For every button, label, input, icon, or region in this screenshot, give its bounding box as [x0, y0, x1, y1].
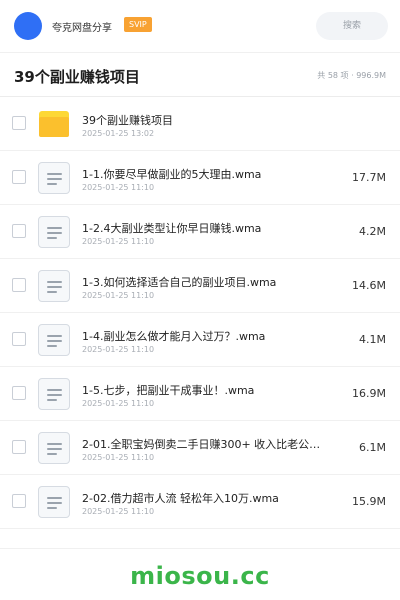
user-name[interactable]: 夸克网盘分享: [52, 19, 112, 34]
file-list: 39个副业赚钱项目 2025-01-25 13:02 1-1.你要尽早做副业的5…: [0, 97, 400, 529]
item-date: 2025-01-25 11:10: [82, 453, 155, 462]
folder-icon: [38, 108, 70, 140]
item-size: 14.6M: [352, 279, 386, 292]
list-item-file[interactable]: 1-3.如何选择适合自己的副业项目.wma 2025-01-25 11:10 1…: [0, 259, 400, 313]
select-checkbox[interactable]: [12, 494, 26, 508]
item-date: 2025-01-25 11:10: [82, 237, 155, 246]
folder-title-bar: 39个副业赚钱项目 共 58 项 · 996.9M: [0, 53, 400, 97]
document-icon: [38, 486, 70, 518]
item-size: 15.9M: [352, 495, 386, 508]
list-item-file[interactable]: 1-4.副业怎么做才能月入过万？.wma 2025-01-25 11:10 4.…: [0, 313, 400, 367]
item-name: 1-1.你要尽早做副业的5大理由.wma: [82, 168, 262, 181]
folder-summary: 共 58 项 · 996.9M: [317, 71, 386, 80]
item-date: 2025-01-25 11:10: [82, 291, 155, 300]
document-icon: [38, 270, 70, 302]
list-item-file[interactable]: 1-2.4大副业类型让你早日赚钱.wma 2025-01-25 11:10 4.…: [0, 205, 400, 259]
item-size: 16.9M: [352, 387, 386, 400]
footer-divider: [0, 548, 400, 549]
select-checkbox[interactable]: [12, 116, 26, 130]
list-item-file[interactable]: 2-02.借力超市人流 轻松年入10万.wma 2025-01-25 11:10…: [0, 475, 400, 529]
item-size: 4.2M: [359, 225, 386, 238]
item-name: 1-4.副业怎么做才能月入过万？.wma: [82, 330, 266, 343]
list-item-file[interactable]: 1-1.你要尽早做副业的5大理由.wma 2025-01-25 11:10 17…: [0, 151, 400, 205]
select-checkbox[interactable]: [12, 386, 26, 400]
header-bar: 夸克网盘分享 SVIP 搜索: [0, 0, 400, 52]
avatar[interactable]: [14, 12, 42, 40]
search-button[interactable]: 搜索: [316, 12, 388, 40]
item-date: 2025-01-25 11:10: [82, 399, 155, 408]
page-title: 39个副业赚钱项目: [14, 68, 140, 86]
select-checkbox[interactable]: [12, 224, 26, 238]
list-item-file[interactable]: 2-01.全职宝妈倒卖二手日赚300+ 收入比老公… 2025-01-25 11…: [0, 421, 400, 475]
item-name: 1-5.七步，把副业干成事业！.wma: [82, 384, 255, 397]
select-checkbox[interactable]: [12, 170, 26, 184]
item-name: 39个副业赚钱项目: [82, 114, 173, 127]
svip-badge: SVIP: [124, 17, 152, 32]
item-date: 2025-01-25 11:10: [82, 183, 155, 192]
document-icon: [38, 216, 70, 248]
item-name: 1-2.4大副业类型让你早日赚钱.wma: [82, 222, 262, 235]
item-size: 17.7M: [352, 171, 386, 184]
watermark-text: miosou.cc: [130, 562, 270, 590]
item-size: 6.1M: [359, 441, 386, 454]
item-name: 1-3.如何选择适合自己的副业项目.wma: [82, 276, 277, 289]
select-checkbox[interactable]: [12, 332, 26, 346]
document-icon: [38, 162, 70, 194]
select-checkbox[interactable]: [12, 278, 26, 292]
document-icon: [38, 432, 70, 464]
list-item-file[interactable]: 1-5.七步，把副业干成事业！.wma 2025-01-25 11:10 16.…: [0, 367, 400, 421]
document-icon: [38, 378, 70, 410]
item-name: 2-02.借力超市人流 轻松年入10万.wma: [82, 492, 279, 505]
item-date: 2025-01-25 11:10: [82, 507, 155, 516]
select-checkbox[interactable]: [12, 440, 26, 454]
item-date: 2025-01-25 13:02: [82, 129, 155, 138]
list-item-folder[interactable]: 39个副业赚钱项目 2025-01-25 13:02: [0, 97, 400, 151]
item-size: 4.1M: [359, 333, 386, 346]
item-name: 2-01.全职宝妈倒卖二手日赚300+ 收入比老公…: [82, 438, 321, 451]
item-date: 2025-01-25 11:10: [82, 345, 155, 354]
document-icon: [38, 324, 70, 356]
